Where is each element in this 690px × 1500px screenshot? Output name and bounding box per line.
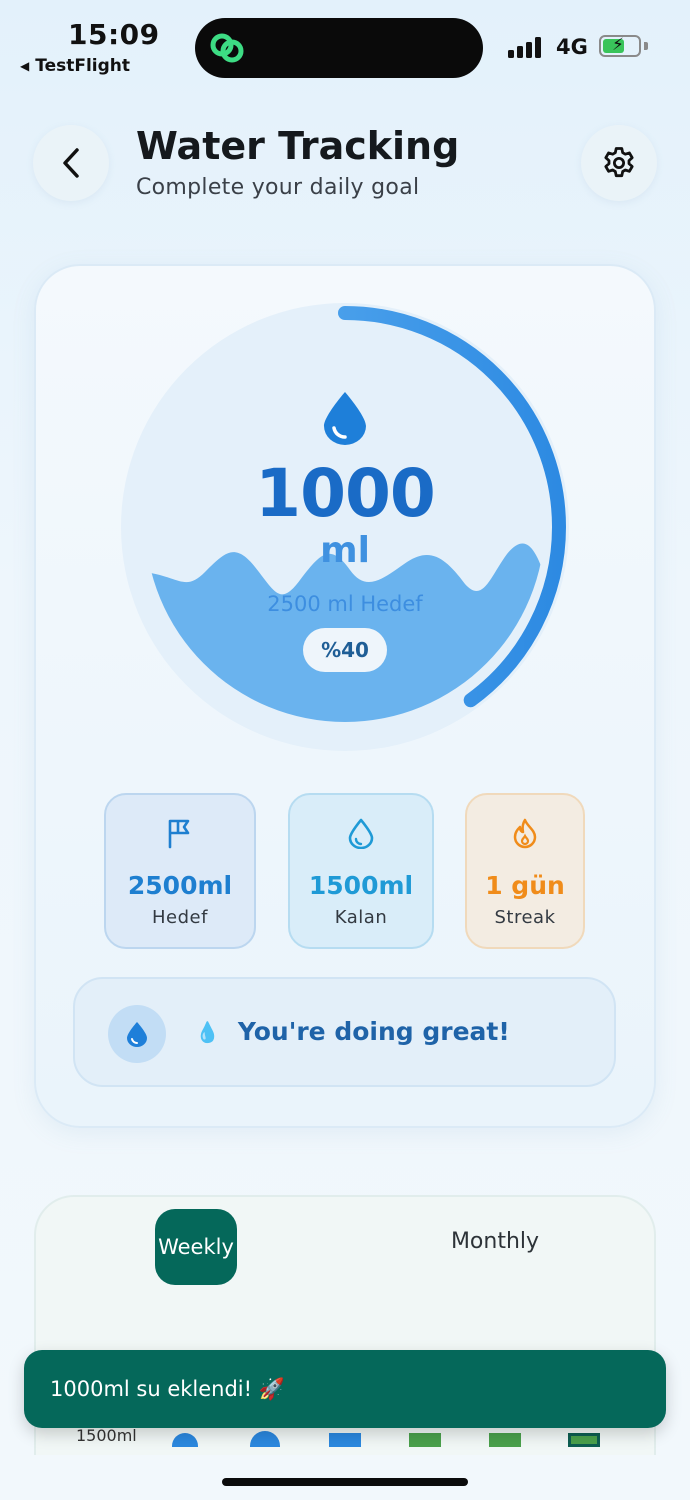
water-drop-icon [324, 392, 366, 445]
home-indicator[interactable] [222, 1478, 468, 1486]
stat-label: Streak [494, 907, 556, 928]
battery-icon: ⚡ [599, 35, 641, 57]
toast-message: 1000ml su eklendi! 🚀 [50, 1376, 285, 1401]
back-button[interactable] [33, 125, 109, 201]
droplet-emoji-icon: 💧 [195, 1019, 220, 1044]
toast-notification[interactable]: 1000ml su eklendi! 🚀 [24, 1350, 666, 1428]
water-amount: 1000 [255, 455, 436, 532]
chart-axis-label: 1500ml [76, 1426, 137, 1445]
percent-badge: %40 [303, 628, 387, 672]
network-type: 4G [556, 35, 588, 59]
encouragement-icon-badge [108, 1005, 166, 1063]
page-title: Water Tracking [136, 124, 460, 168]
settings-button[interactable] [581, 125, 657, 201]
tab-monthly[interactable]: Monthly [420, 1229, 570, 1254]
chevron-left-icon [63, 148, 79, 178]
stat-card-remaining: 1500ml Kalan [288, 793, 434, 949]
status-bar: 15:09 ◀ TestFlight 4G ⚡ [0, 0, 690, 95]
chart-bar [489, 1433, 521, 1447]
gear-icon [604, 147, 634, 178]
stat-card-goal: 2500ml Hedef [104, 793, 256, 949]
encouragement-banner: 💧 You're doing great! [73, 977, 616, 1087]
flag-icon [168, 819, 190, 849]
link-rings-icon [210, 33, 244, 63]
page-subtitle: Complete your daily goal [136, 175, 420, 200]
fire-icon [513, 818, 537, 849]
goal-text: 2500 ml Hedef [267, 592, 423, 616]
stat-value: 2500ml [127, 871, 233, 900]
chart-bar [329, 1433, 361, 1447]
chart-bar [409, 1433, 441, 1447]
battery-cap [644, 42, 648, 50]
encouragement-text: You're doing great! [237, 1017, 510, 1046]
charging-bolt-icon: ⚡ [612, 35, 624, 55]
water-drop-outline-icon [348, 818, 374, 849]
stat-value: 1500ml [308, 871, 414, 900]
tab-weekly[interactable]: Weekly [155, 1209, 237, 1285]
stat-value: 1 gün [485, 871, 565, 900]
water-unit: ml [320, 530, 370, 571]
stat-label: Hedef [152, 907, 208, 928]
cellular-signal-icon [508, 36, 541, 58]
back-to-app-link[interactable]: ◀ TestFlight [20, 56, 130, 76]
stat-label: Kalan [334, 907, 388, 928]
back-app-label: TestFlight [35, 56, 131, 76]
status-time: 15:09 [68, 18, 160, 51]
chart-bar [568, 1433, 600, 1447]
water-drop-icon [127, 1022, 147, 1047]
dynamic-island [195, 18, 483, 78]
stat-card-streak: 1 gün Streak [465, 793, 585, 949]
back-triangle-icon: ◀ [20, 59, 30, 73]
